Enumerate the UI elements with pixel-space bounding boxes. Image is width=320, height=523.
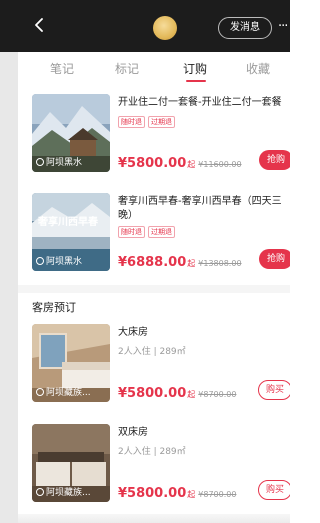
room-info: 2人入住 | 289㎡: [118, 447, 186, 457]
room-item[interactable]: 阿坝藏族... 双床房 2人入住 | 289㎡ ¥5800.00起 ¥8700.0…: [18, 424, 290, 514]
content-panel: 笔记 标记 订购 收藏 阿坝黑水 开业住二付一套餐-开业住二付一套餐 随时退 过…: [18, 52, 290, 523]
price-suffix: 起: [187, 259, 196, 268]
tag-refund-expired: 过期退: [148, 116, 175, 128]
header-bar: 发消息 ···: [0, 0, 290, 52]
section-divider: [18, 285, 290, 293]
active-tab-indicator: [186, 80, 206, 82]
tag-refund-anytime: 随时退: [118, 226, 145, 238]
price: ¥5800.00: [118, 156, 187, 171]
left-edge-shade: [0, 0, 18, 523]
tab-order[interactable]: 订购: [183, 60, 207, 77]
package-thumbnail: 奢享川西早春 阿坝黑水: [32, 193, 110, 271]
location-label: 阿坝黑水: [46, 257, 83, 267]
room-thumbnail: 阿坝藏族...: [32, 424, 110, 502]
thumb-location: 阿坝黑水: [36, 254, 82, 267]
location-label: 阿坝藏族...: [46, 388, 91, 398]
location-label: 阿坝藏族...: [46, 488, 91, 498]
location-label: 阿坝黑水: [46, 158, 83, 168]
package-item[interactable]: 奢享川西早春 阿坝黑水 奢享川西早春-奢享川西早春（四天三晚） 随时退 过期退 …: [18, 193, 290, 283]
room-title: 双床房: [118, 427, 148, 438]
original-price: ¥11600.00: [198, 160, 242, 169]
ellipsis-icon[interactable]: ···: [278, 19, 288, 35]
price-row: ¥6888.00起 ¥13808.00: [118, 251, 242, 270]
location-pin-icon: [36, 388, 44, 396]
tab-bar: 笔记 标记 订购 收藏: [18, 52, 290, 86]
price-row: ¥5800.00起 ¥8700.00: [118, 382, 236, 401]
section-title: 客房预订: [32, 301, 76, 314]
tag-refund-anytime: 随时退: [118, 116, 145, 128]
package-item[interactable]: 阿坝黑水 开业住二付一套餐-开业住二付一套餐 随时退 过期退 ¥5800.00起…: [18, 94, 290, 184]
thumb-location: 阿坝黑水: [36, 155, 82, 168]
buy-button[interactable]: 购买: [258, 380, 290, 400]
tab-notes[interactable]: 笔记: [50, 60, 74, 77]
package-title: 奢享川西早春-奢享川西早春（四天三晚）: [118, 196, 282, 221]
price-row: ¥5800.00起 ¥8700.00: [118, 482, 236, 501]
tag-list: 随时退 过期退: [118, 116, 178, 128]
room-thumbnail: 阿坝藏族...: [32, 324, 110, 402]
package-thumbnail: 阿坝黑水: [32, 94, 110, 172]
price-suffix: 起: [187, 490, 196, 499]
price: ¥6888.00: [118, 255, 187, 270]
location-pin-icon: [36, 257, 44, 265]
screen: 发消息 ··· 笔记 标记 订购 收藏 阿坝黑水 开业住二付一套餐-开业住二付一…: [0, 0, 290, 523]
room-item[interactable]: 阿坝藏族... 大床房 2人入住 | 289㎡ ¥5800.00起 ¥8700.0…: [18, 324, 290, 414]
location-pin-icon: [36, 158, 44, 166]
grab-button[interactable]: 抢购: [259, 249, 290, 269]
price: ¥5800.00: [118, 386, 187, 401]
avatar[interactable]: [153, 16, 177, 40]
tab-favorites[interactable]: 收藏: [246, 60, 270, 77]
price-suffix: 起: [187, 160, 196, 169]
room-title: 大床房: [118, 327, 148, 338]
tag-refund-expired: 过期退: [148, 226, 175, 238]
tab-marks[interactable]: 标记: [115, 60, 139, 77]
tag-list: 随时退 过期退: [118, 226, 178, 238]
grab-button[interactable]: 抢购: [259, 150, 290, 170]
buy-button[interactable]: 购买: [258, 480, 290, 500]
original-price: ¥8700.00: [198, 390, 237, 399]
thumb-location: 阿坝藏族...: [36, 485, 91, 498]
price: ¥5800.00: [118, 486, 187, 501]
package-title: 开业住二付一套餐-开业住二付一套餐: [118, 97, 282, 108]
bottom-shade: [18, 514, 290, 523]
original-price: ¥8700.00: [198, 490, 237, 499]
location-pin-icon: [36, 488, 44, 496]
room-info: 2人入住 | 289㎡: [118, 347, 186, 357]
chevron-left-icon[interactable]: [34, 18, 44, 32]
thumb-location: 阿坝藏族...: [36, 385, 91, 398]
original-price: ¥13808.00: [198, 259, 242, 268]
price-row: ¥5800.00起 ¥11600.00: [118, 152, 242, 171]
send-message-button[interactable]: 发消息: [218, 17, 272, 39]
thumb-caption: 奢享川西早春: [38, 217, 98, 228]
price-suffix: 起: [187, 390, 196, 399]
